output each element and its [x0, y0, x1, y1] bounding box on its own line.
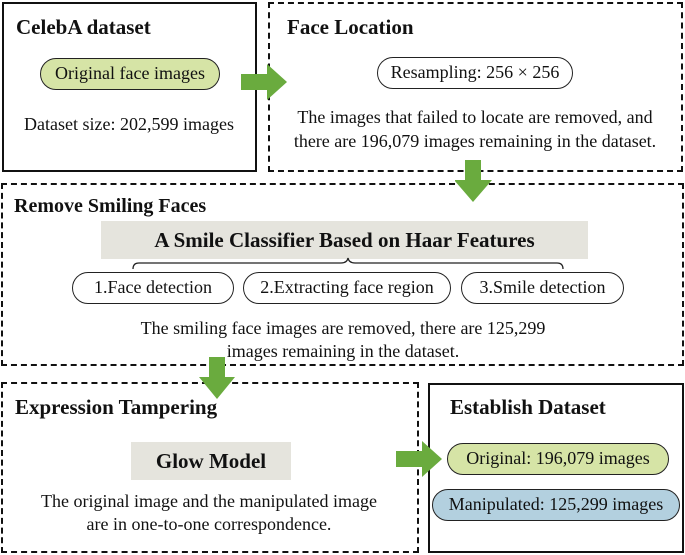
arrow-down-icon	[455, 160, 492, 202]
arrow-down-icon	[199, 357, 235, 399]
face-location-title: Face Location	[287, 15, 414, 39]
glow-model-banner: Glow Model	[131, 442, 291, 480]
celeba-title: CelebA dataset	[16, 15, 151, 39]
remove-smiling-line2: images remaining in the dataset.	[226, 341, 460, 361]
expression-tampering-box: Expression Tampering Glow Model The orig…	[1, 382, 419, 553]
resampling-pill: Resampling: 256 × 256	[377, 57, 573, 89]
expression-tampering-line2: are in one-to-one correspondence.	[86, 514, 332, 534]
arrow-right-icon	[241, 64, 287, 100]
face-location-line1: The images that failed to locate are rem…	[297, 107, 653, 127]
step-extracting-face-region: 2.Extracting face region	[243, 272, 451, 304]
manipulated-count-pill: Manipulated: 125,299 images	[432, 489, 680, 521]
step-smile-detection: 3.Smile detection	[461, 272, 624, 304]
celeba-dataset-box: CelebA dataset Original face images Data…	[2, 2, 257, 172]
establish-dataset-box: Establish Dataset Original: 196,079 imag…	[428, 383, 684, 553]
original-face-images-pill: Original face images	[40, 58, 220, 90]
grouping-brace	[132, 257, 564, 270]
remove-smiling-faces-box: Remove Smiling Faces A Smile Classifier …	[1, 183, 684, 366]
smile-classifier-banner: A Smile Classifier Based on Haar Feature…	[101, 221, 588, 259]
establish-dataset-title: Establish Dataset	[450, 395, 606, 419]
arrow-right-icon	[396, 441, 442, 477]
step-face-detection: 1.Face detection	[72, 272, 234, 304]
dataset-size-text: Dataset size: 202,599 images	[24, 114, 234, 134]
expression-tampering-title: Expression Tampering	[15, 395, 218, 419]
remove-smiling-line1: The smiling face images are removed, the…	[140, 318, 546, 338]
original-count-pill: Original: 196,079 images	[447, 443, 669, 475]
expression-tampering-line1: The original image and the manipulated i…	[41, 491, 377, 511]
face-location-line2: there are 196,079 images remaining in th…	[293, 131, 657, 151]
remove-smiling-title: Remove Smiling Faces	[14, 195, 207, 217]
face-location-box: Face Location Resampling: 256 × 256 The …	[268, 2, 683, 172]
